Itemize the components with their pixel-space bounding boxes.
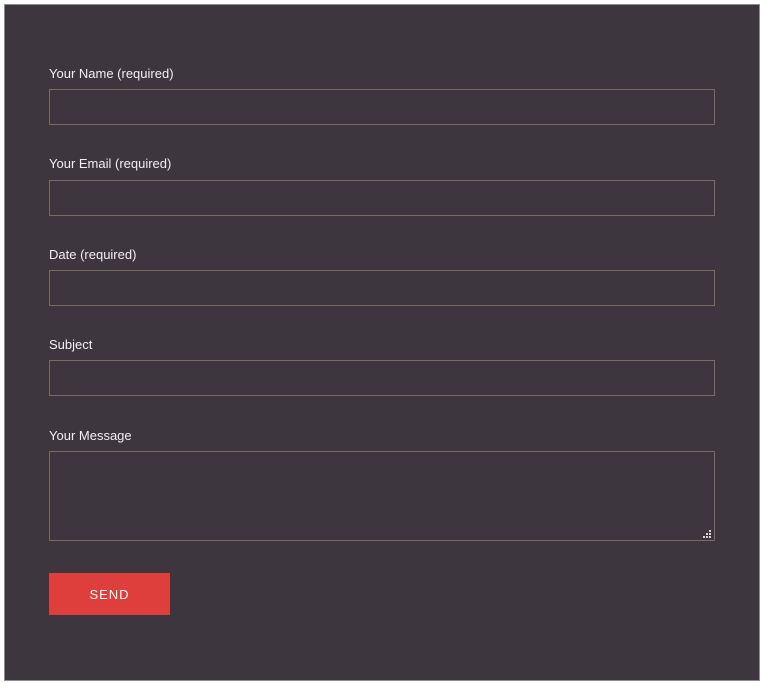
message-container (49, 451, 715, 541)
email-field[interactable] (49, 180, 715, 216)
message-field[interactable] (49, 451, 715, 541)
subject-label: Subject (49, 337, 93, 352)
send-button[interactable]: SEND (49, 573, 170, 615)
name-field[interactable] (49, 89, 715, 125)
subject-field[interactable] (49, 360, 715, 396)
date-label: Date (required) (49, 247, 137, 262)
email-label: Your Email (required) (49, 156, 172, 171)
date-field[interactable] (49, 270, 715, 306)
message-label: Your Message (49, 428, 132, 443)
resize-grip-icon[interactable] (703, 530, 711, 538)
name-label: Your Name (required) (49, 66, 174, 81)
contact-form: Your Name (required) Your Email (require… (4, 4, 760, 681)
